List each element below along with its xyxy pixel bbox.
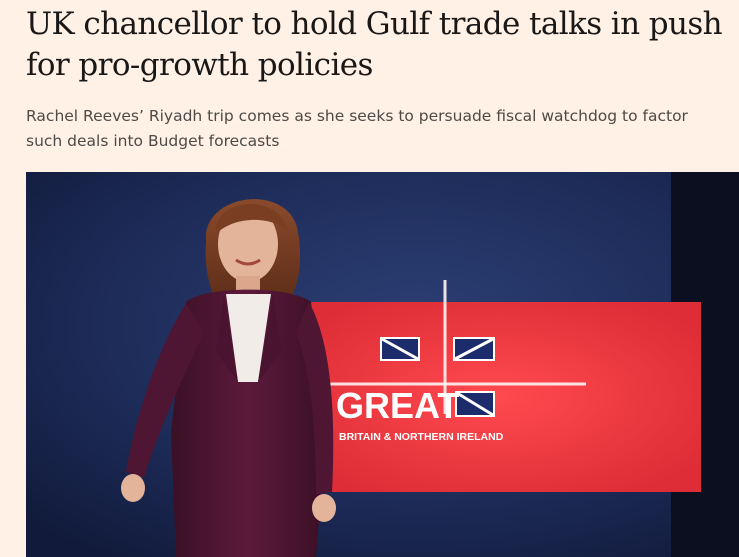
- sign-word: GREAT: [336, 385, 459, 426]
- article-main-image: GREAT BRITAIN & NORTHERN IRELAND: [26, 172, 739, 557]
- sign-subtitle: BRITAIN & NORTHERN IRELAND: [339, 431, 504, 443]
- article-standfirst: Rachel Reeves’ Riyadh trip comes as she …: [26, 107, 688, 150]
- article-headline: UK chancellor to hold Gulf trade talks i…: [26, 6, 723, 83]
- great-britain-sign: GREAT BRITAIN & NORTHERN IRELAND: [296, 280, 701, 492]
- article-page: UK chancellor to hold Gulf trade talks i…: [0, 0, 739, 557]
